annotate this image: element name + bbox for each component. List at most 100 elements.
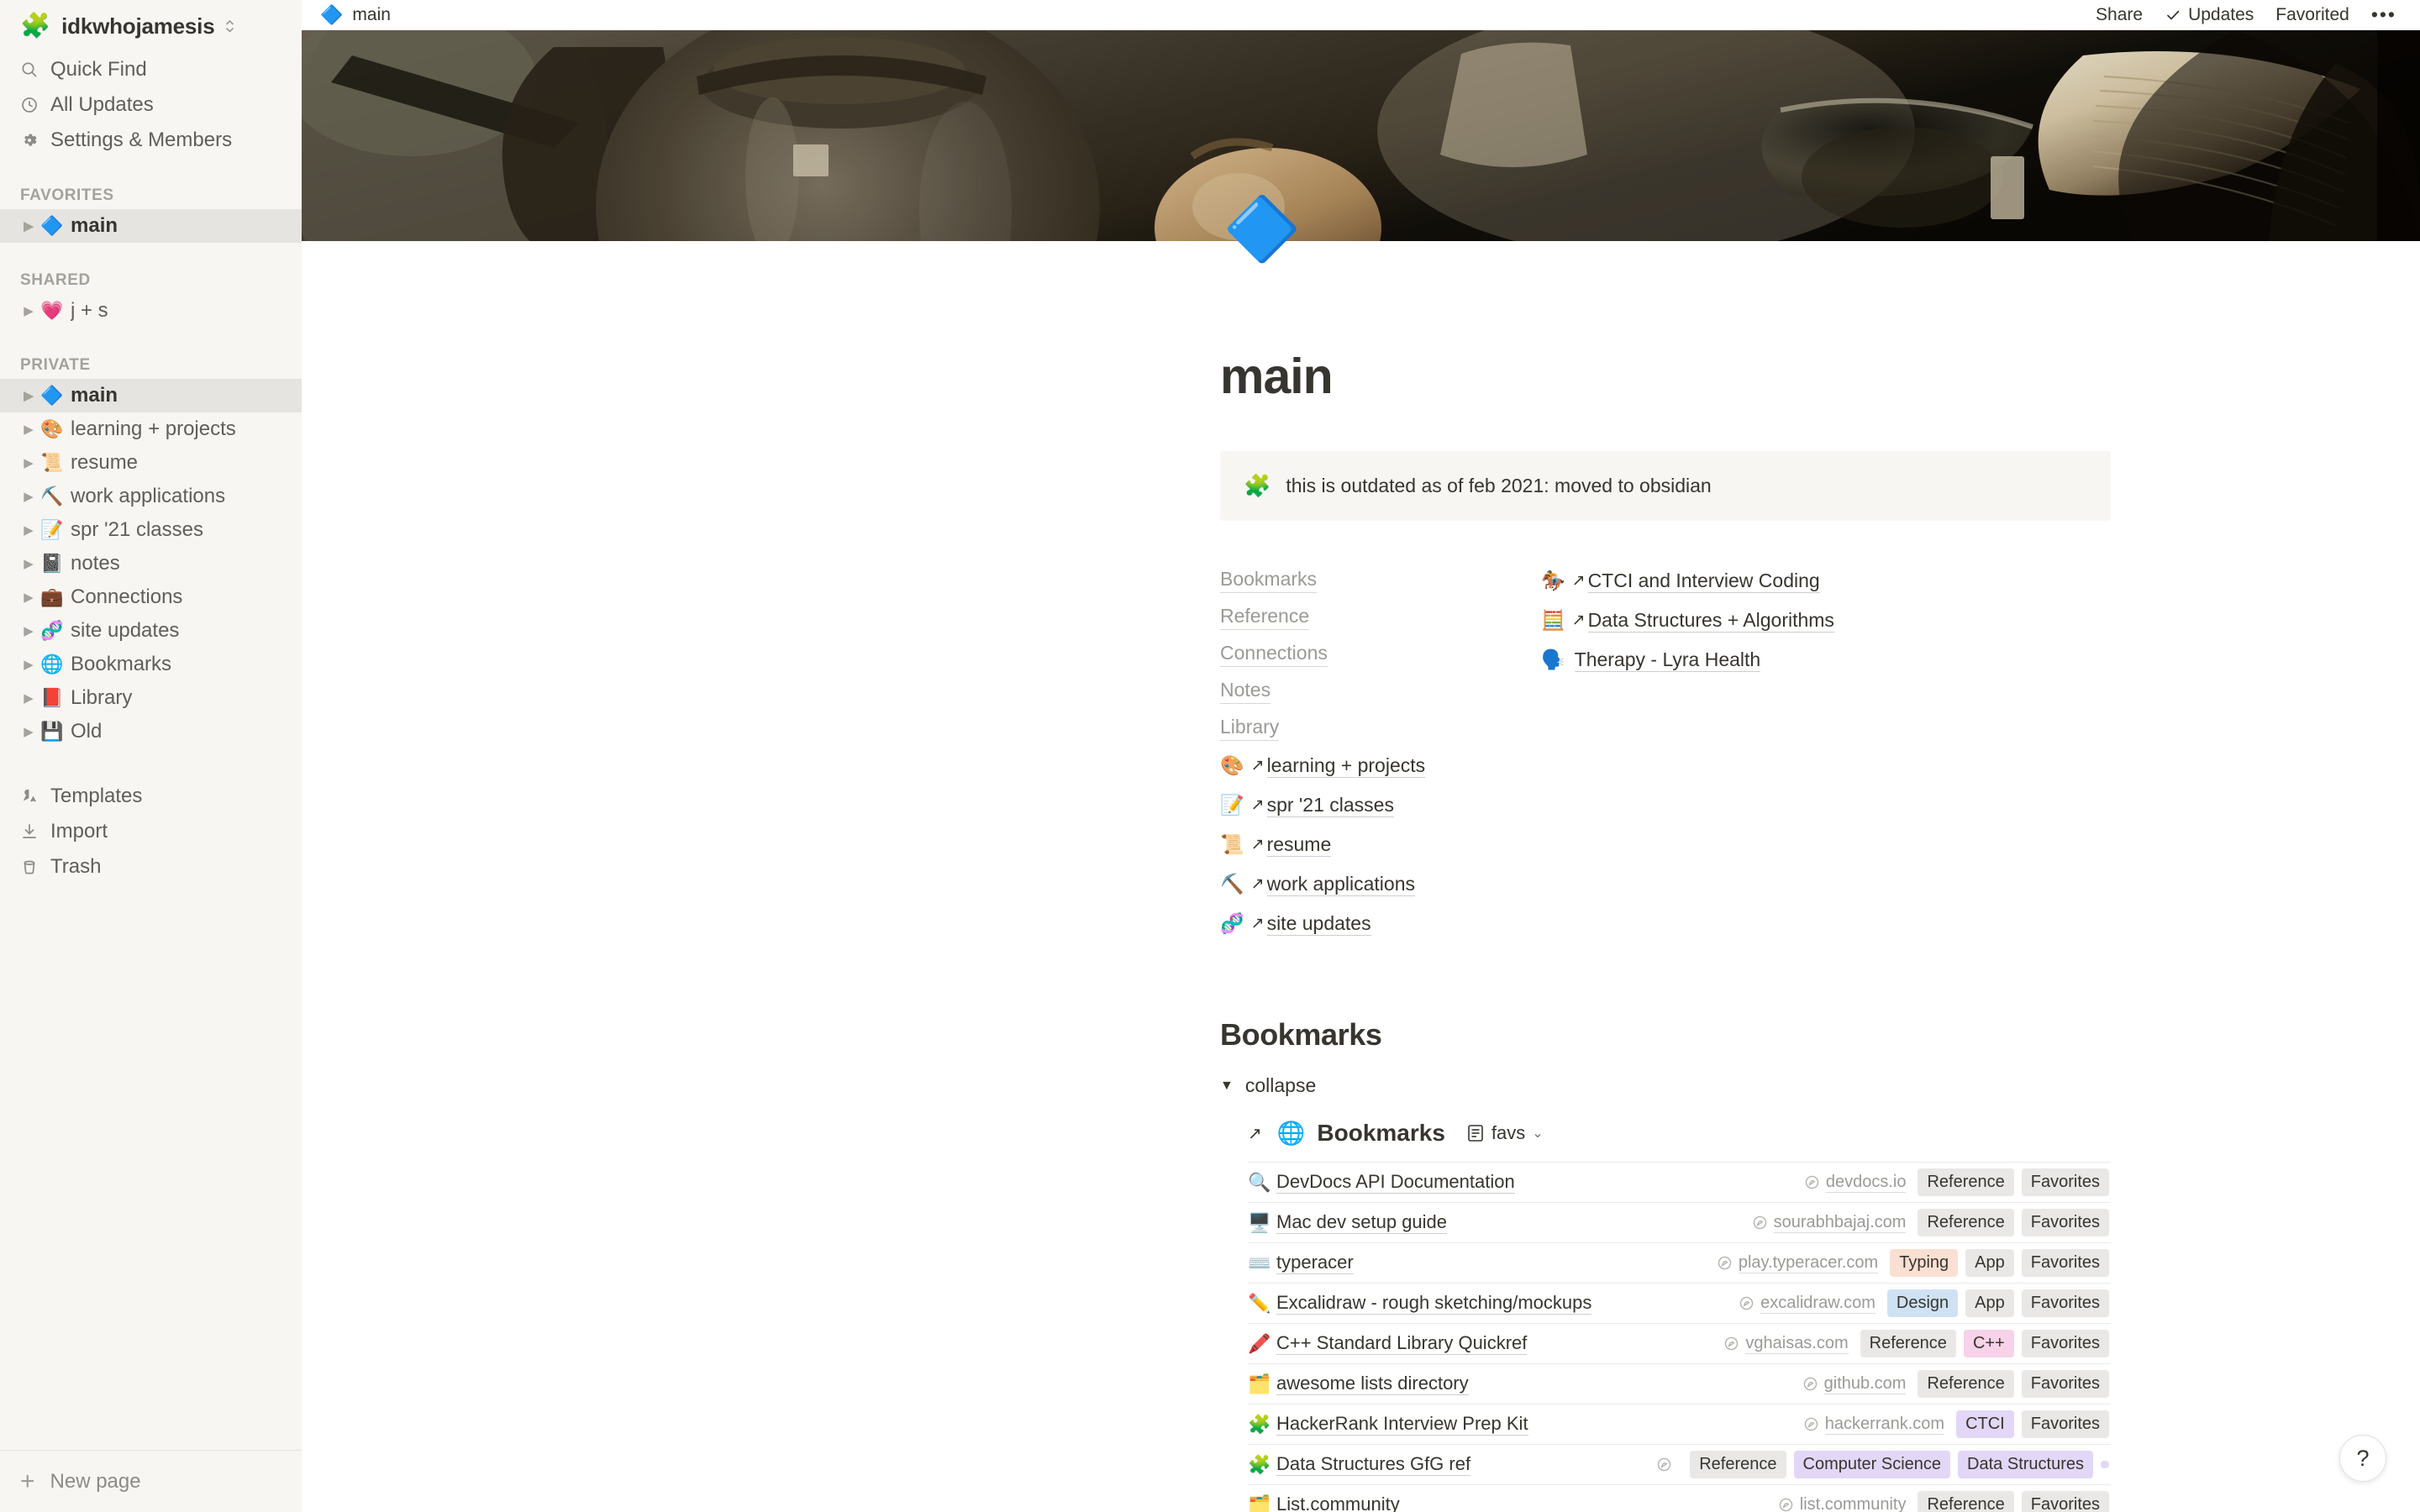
sidebar-page-j-plus-s[interactable]: ▶ 💗 j + s [0,294,302,328]
sidebar-page-old[interactable]: ▶ 💾 Old [0,715,302,748]
row-url-cell[interactable]: excalidraw.com [1634,1294,1887,1314]
row-title-cell[interactable]: ✏️ Excalidraw - rough sketching/mockups [1248,1292,1634,1315]
page-link-work-applications[interactable]: ⛏️ ↗ work applications [1220,864,1539,904]
page-link-data-structures-algorithms[interactable]: 🧮 ↗ Data Structures + Algorithms [1541,601,2111,640]
row-title-cell[interactable]: 🗂️ List.community [1248,1494,1634,1512]
row-url-cell[interactable]: devdocs.io [1634,1173,1918,1193]
disclosure-triangle-icon[interactable]: ▶ [18,724,39,739]
row-url-cell[interactable]: vghaisas.com [1634,1334,1860,1354]
row-title-cell[interactable]: 🖥️ Mac dev setup guide [1248,1211,1634,1235]
sidebar-page-bookmarks[interactable]: ▶ 🌐 Bookmarks [0,648,302,681]
page-link-site-updates[interactable]: 🧬 ↗ site updates [1220,904,1539,943]
disclosure-triangle-icon[interactable]: ▶ [18,623,39,638]
row-url-cell[interactable]: hackerrank.com [1634,1415,1956,1435]
page-link-learning-projects[interactable]: 🎨 ↗ learning + projects [1220,746,1539,785]
row-url-cell[interactable]: list.community [1634,1495,1918,1512]
link-notes[interactable]: Notes [1220,678,1271,704]
table-row[interactable]: 🗂️ List.community list.community Referen… [1248,1485,2111,1512]
row-title-cell[interactable]: ⌨️ typeracer [1248,1252,1634,1275]
toggle-collapse[interactable]: ▼ collapse [1220,1074,2111,1097]
disclosure-triangle-icon[interactable]: ▶ [18,489,39,504]
disclosure-triangle-icon[interactable]: ▶ [18,422,39,437]
table-row[interactable]: 🧩 Data Structures GfG ref Reference Comp… [1248,1445,2111,1486]
table-row[interactable]: ⌨️ typeracer play.typeracer.com Typing A… [1248,1243,2111,1284]
table-row[interactable]: 🔍 DevDocs API Documentation devdocs.io R… [1248,1163,2111,1204]
disclosure-triangle-icon[interactable]: ▶ [18,657,39,672]
disclosure-triangle-icon[interactable]: ▶ [18,303,39,318]
page-link-spr-21-classes[interactable]: 📝 ↗ spr '21 classes [1220,785,1539,825]
page-link-resume[interactable]: 📜 ↗ resume [1220,825,1539,864]
row-url-cell[interactable]: play.typeracer.com [1634,1253,1890,1273]
sidebar-page-work-applications[interactable]: ▶ ⛏️ work applications [0,480,302,513]
row-tags-cell[interactable]: Reference Favorites [1918,1491,2109,1512]
sidebar-item-templates[interactable]: Templates [0,779,302,814]
row-title-cell[interactable]: 🖍️ C++ Standard Library Quickref [1248,1332,1634,1356]
page-link-ctci-interview-coding[interactable]: 🏇 ↗ CTCI and Interview Coding [1541,561,2111,601]
disclosure-triangle-icon[interactable]: ▶ [18,522,39,538]
disclosure-triangle-icon[interactable]: ▶ [18,690,39,706]
help-button[interactable]: ? [2339,1435,2386,1482]
sidebar-page-library[interactable]: ▶ 📕 Library [0,681,302,715]
page-cover-image[interactable] [302,30,2420,241]
link-bookmarks[interactable]: Bookmarks [1220,567,1318,593]
disclosure-triangle-icon[interactable]: ▶ [18,590,39,605]
row-url-cell[interactable]: sourabhbajaj.com [1634,1213,1918,1233]
caret-down-icon[interactable]: ▼ [1220,1079,1234,1094]
link-connections[interactable]: Connections [1220,641,1328,667]
more-options-icon[interactable]: ••• [2371,5,2396,24]
database-title[interactable]: Bookmarks [1317,1120,1445,1147]
section-heading-bookmarks[interactable]: Bookmarks [1220,1017,2111,1053]
new-page-button[interactable]: + New page [0,1450,302,1512]
row-tags-cell[interactable]: Reference C++ Favorites [1860,1330,2109,1358]
sidebar-page-main-favorite[interactable]: ▶ 🔷 main [0,209,302,243]
table-row[interactable]: 🖍️ C++ Standard Library Quickref vghaisa… [1248,1324,2111,1365]
updates-button[interactable]: Updates [2165,5,2254,25]
sidebar-item-quick-find[interactable]: Quick Find [0,52,302,87]
callout-block[interactable]: 🧩 this is outdated as of feb 2021: moved… [1220,450,2111,522]
row-tags-cell[interactable]: CTCI Favorites [1956,1410,2109,1439]
row-title-cell[interactable]: 🧩 HackerRank Interview Prep Kit [1248,1413,1634,1436]
row-tags-cell[interactable]: Typing App Favorites [1890,1249,2109,1278]
disclosure-triangle-icon[interactable]: ▶ [18,218,39,234]
disclosure-triangle-icon[interactable]: ▶ [18,388,39,403]
sidebar-page-spr-21-classes[interactable]: ▶ 📝 spr '21 classes [0,513,302,547]
sidebar-item-all-updates[interactable]: All Updates [0,87,302,123]
sidebar-page-connections[interactable]: ▶ 💼 Connections [0,580,302,614]
row-tags-cell[interactable]: Reference Favorites [1918,1209,2109,1237]
row-title-cell[interactable]: 🗂️ awesome lists directory [1248,1373,1634,1396]
breadcrumb[interactable]: 🔷 main [320,5,391,25]
page-link-therapy-lyra-health[interactable]: 🗣️ Therapy - Lyra Health [1541,640,2111,680]
sidebar-page-notes[interactable]: ▶ 📓 notes [0,547,302,580]
row-tags-cell[interactable]: Reference Favorites [1918,1370,2109,1399]
sidebar-page-main[interactable]: ▶ 🔷 main [0,379,302,412]
workspace-switcher[interactable]: 🧩 idkwhojamesis [0,0,302,52]
disclosure-triangle-icon[interactable]: ▶ [18,455,39,470]
database-view-selector[interactable]: favs ⌄ [1466,1122,1544,1144]
sidebar-scroll-area[interactable]: 🧩 idkwhojamesis Quick Find All Updates S… [0,0,302,1450]
sidebar-page-resume[interactable]: ▶ 📜 resume [0,446,302,480]
database-header[interactable]: ↗ 🌐 Bookmarks favs ⌄ [1220,1120,2111,1147]
favorited-button[interactable]: Favorited [2275,5,2349,25]
link-library[interactable]: Library [1220,715,1280,741]
row-url-cell[interactable] [1634,1457,1690,1473]
table-row[interactable]: ✏️ Excalidraw - rough sketching/mockups … [1248,1284,2111,1325]
sidebar-page-learning-projects[interactable]: ▶ 🎨 learning + projects [0,412,302,446]
row-title-cell[interactable]: 🧩 Data Structures GfG ref [1248,1453,1634,1477]
disclosure-triangle-icon[interactable]: ▶ [18,556,39,571]
link-reference[interactable]: Reference [1220,604,1310,630]
page-title[interactable]: main [1220,349,2111,404]
row-tags-cell[interactable]: Reference Favorites [1918,1168,2109,1197]
table-row[interactable]: 🧩 HackerRank Interview Prep Kit hackerra… [1248,1404,2111,1446]
page-icon-diamond[interactable]: 🔷 [1223,198,1301,260]
row-tags-cell[interactable]: Design App Favorites [1886,1289,2109,1318]
table-row[interactable]: 🗂️ awesome lists directory github.com Re… [1248,1364,2111,1405]
sidebar-item-import[interactable]: Import [0,814,302,849]
row-tags-cell[interactable]: Reference Computer Science Data Structur… [1690,1451,2109,1479]
sidebar-page-site-updates[interactable]: ▶ 🧬 site updates [0,614,302,648]
table-row[interactable]: 🖥️ Mac dev setup guide sourabhbajaj.com … [1248,1203,2111,1244]
share-button[interactable]: Share [2096,5,2143,25]
row-title-cell[interactable]: 🔍 DevDocs API Documentation [1248,1171,1634,1194]
sidebar-item-settings-members[interactable]: Settings & Members [0,123,302,158]
row-url-cell[interactable]: github.com [1634,1374,1918,1394]
sidebar-item-trash[interactable]: Trash [0,849,302,885]
